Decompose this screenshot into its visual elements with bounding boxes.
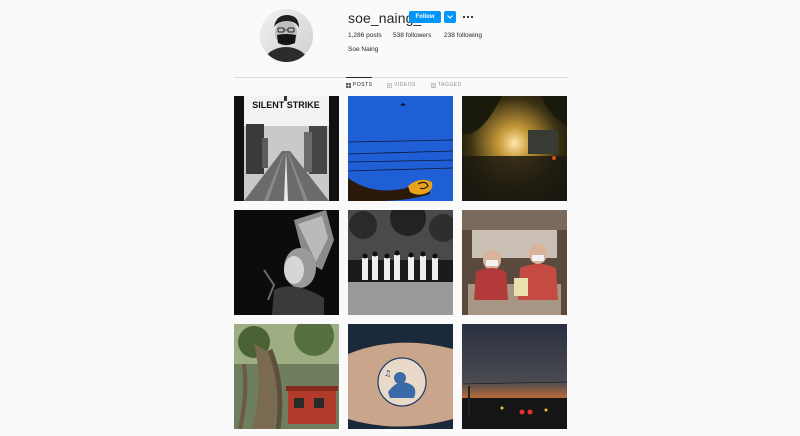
posts-label: posts bbox=[366, 32, 382, 39]
post-thumbnail[interactable] bbox=[348, 210, 453, 315]
more-options-icon[interactable] bbox=[462, 10, 474, 22]
tab-tagged[interactable]: TAGGED bbox=[431, 78, 462, 92]
profile-header: soe_naing_11 Follow 1,286 posts 538 foll… bbox=[0, 0, 800, 80]
avatar[interactable] bbox=[260, 9, 313, 62]
post-thumbnail[interactable]: ♫ bbox=[348, 324, 453, 429]
posts-stat: 1,286 posts bbox=[348, 32, 382, 39]
post-thumbnail[interactable] bbox=[234, 210, 339, 315]
grid-icon bbox=[346, 82, 351, 88]
followers-stat[interactable]: 538 followers bbox=[393, 32, 431, 39]
post-thumbnail[interactable] bbox=[462, 324, 567, 429]
video-icon bbox=[387, 82, 392, 88]
tag-icon bbox=[431, 82, 436, 88]
tab-posts[interactable]: POSTS bbox=[346, 77, 373, 92]
post-thumbnail[interactable] bbox=[462, 96, 567, 201]
following-stat[interactable]: 238 following bbox=[444, 32, 482, 39]
svg-text:♫: ♫ bbox=[384, 369, 391, 378]
followers-label: followers bbox=[405, 32, 432, 39]
chevron-down-icon bbox=[447, 15, 453, 19]
full-name: Soe Naing bbox=[348, 46, 379, 53]
post-thumbnail[interactable] bbox=[234, 324, 339, 429]
following-label: following bbox=[456, 32, 482, 39]
suggestions-dropdown-button[interactable] bbox=[444, 11, 456, 23]
post-thumbnail[interactable] bbox=[462, 210, 567, 315]
follow-button[interactable]: Follow bbox=[409, 11, 441, 23]
tab-videos-label: VIDEOS bbox=[394, 82, 416, 88]
posts-count: 1,286 bbox=[348, 32, 365, 39]
post-thumbnail[interactable]: SILENT STRIKE bbox=[234, 96, 339, 201]
following-count: 238 bbox=[444, 32, 455, 39]
tab-posts-label: POSTS bbox=[353, 82, 373, 88]
post-thumbnail[interactable] bbox=[348, 96, 453, 201]
post-overlay-text: SILENT STRIKE bbox=[252, 100, 320, 110]
followers-count: 538 bbox=[393, 32, 404, 39]
tab-videos[interactable]: VIDEOS bbox=[387, 78, 416, 92]
tab-tagged-label: TAGGED bbox=[438, 82, 462, 88]
